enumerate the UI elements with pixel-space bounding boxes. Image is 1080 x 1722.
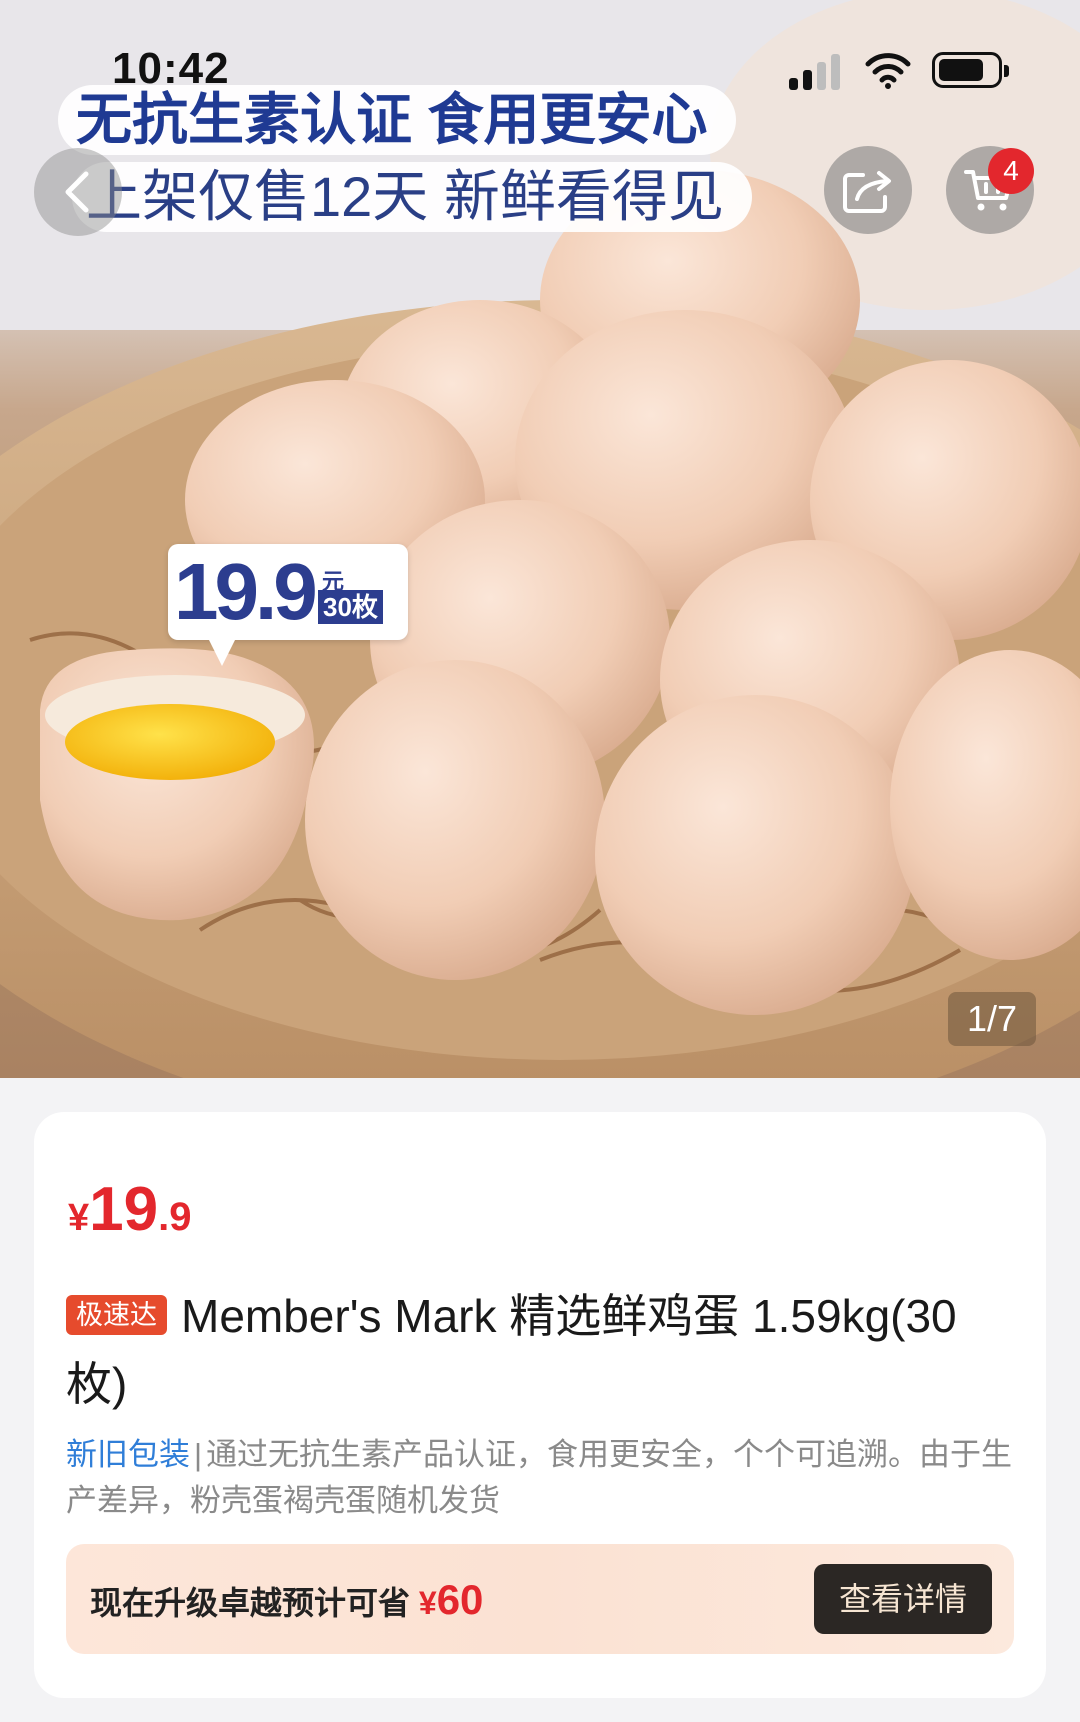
back-arrow-icon xyxy=(65,171,89,213)
savings-amount: 60 xyxy=(436,1576,484,1623)
promo-banner-line-2: 上架仅售12天 新鲜看得见 xyxy=(72,162,752,232)
share-button[interactable] xyxy=(824,146,912,234)
membership-upgrade-banner[interactable]: 现在升级卓越预计可省 ¥60 查看详情 xyxy=(66,1544,1014,1654)
product-image-carousel[interactable]: 10:42 无抗生素认证 食用更安心 上架仅售12天 新鲜看得见 4 19.9 … xyxy=(0,0,1080,1078)
description-separator: | xyxy=(194,1437,203,1472)
description-text: 通过无抗生素产品认证，食用更安全，个个可追溯。由于生产差异，粉壳蛋褐壳蛋随机发货 xyxy=(66,1437,1013,1518)
express-delivery-badge: 极速达 xyxy=(66,1295,167,1335)
promo-banner-line-1: 无抗生素认证 食用更安心 xyxy=(58,85,736,155)
view-details-button[interactable]: 查看详情 xyxy=(814,1564,992,1634)
image-page-indicator: 1/7 xyxy=(948,992,1036,1046)
savings-currency: ¥ xyxy=(418,1585,437,1621)
cart-count-badge: 4 xyxy=(988,148,1034,194)
upgrade-text-row: 现在升级卓越预计可省 ¥60 xyxy=(90,1576,483,1624)
product-description: 新旧包装 | 通过无抗生素产品认证，食用更安全，个个可追溯。由于生产差异，粉壳蛋褐壳… xyxy=(66,1432,1016,1524)
wifi-icon xyxy=(865,53,911,89)
price-integer: 19 xyxy=(89,1175,159,1244)
upgrade-savings: ¥60 xyxy=(418,1576,484,1623)
photo-price-tag: 19.9 元 30枚 xyxy=(168,544,408,666)
back-button[interactable] xyxy=(34,148,122,236)
product-info-card: ¥19.9 极速达 Member's Mark 精选鲜鸡蛋 1.59kg(30枚)… xyxy=(34,1112,1046,1698)
packaging-link[interactable]: 新旧包装 xyxy=(66,1437,190,1472)
price-currency: ¥ xyxy=(68,1197,90,1239)
product-page: 10:42 无抗生素认证 食用更安心 上架仅售12天 新鲜看得见 4 19.9 … xyxy=(0,0,1080,1722)
photo-price-count: 30枚 xyxy=(318,590,383,624)
product-title-block: 极速达 Member's Mark 精选鲜鸡蛋 1.59kg(30枚) xyxy=(66,1282,1006,1418)
price-decimal: .9 xyxy=(158,1195,192,1239)
battery-icon xyxy=(932,52,1009,88)
product-title: Member's Mark 精选鲜鸡蛋 1.59kg(30枚) xyxy=(66,1290,957,1410)
product-price: ¥19.9 xyxy=(68,1174,191,1245)
share-icon xyxy=(843,171,891,213)
cellular-signal-icon xyxy=(789,52,845,90)
upgrade-text: 现在升级卓越预计可省 xyxy=(90,1585,411,1621)
photo-price-value: 19.9 xyxy=(174,547,318,636)
